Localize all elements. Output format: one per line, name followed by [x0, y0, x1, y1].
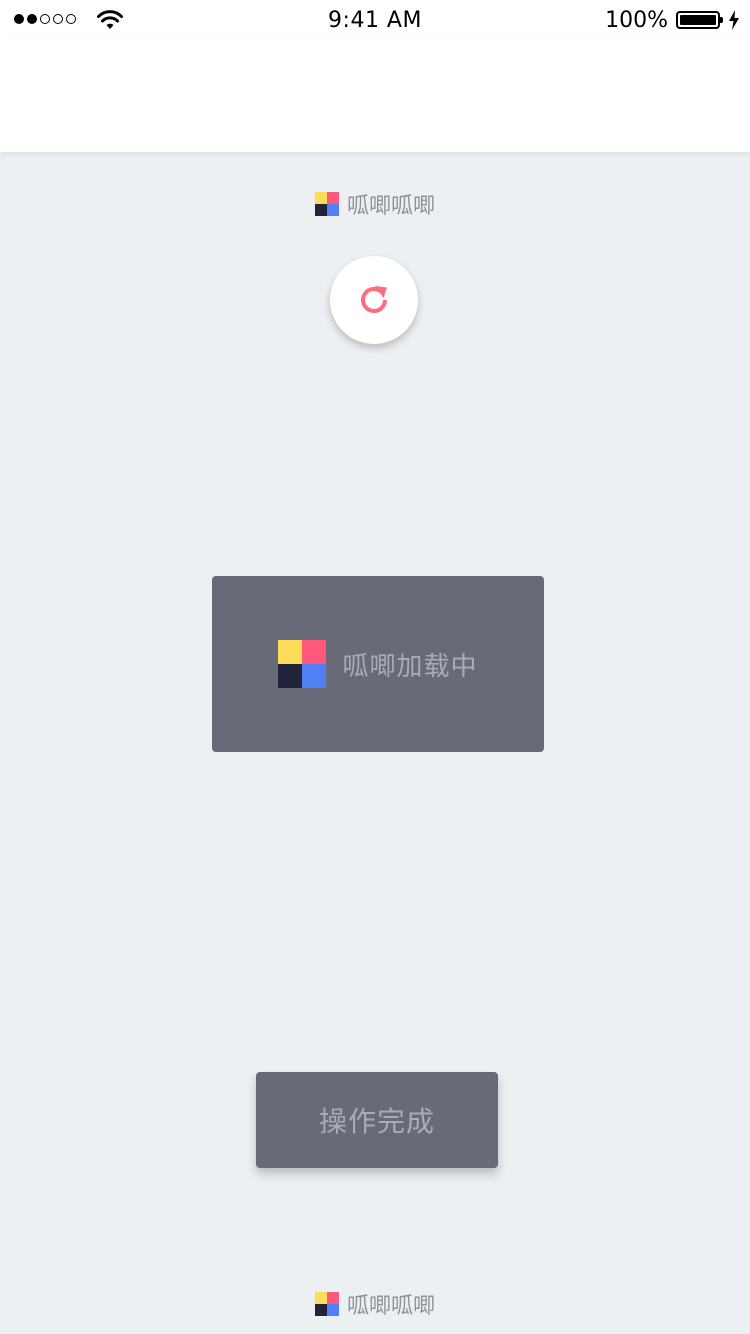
- brand-logo-icon: [278, 640, 327, 688]
- battery-icon: [676, 11, 723, 29]
- brand-name: 呱唧呱唧: [346, 194, 435, 219]
- done-button[interactable]: 操作完成: [256, 1072, 498, 1168]
- status-bar: 9:41 AM 100%: [0, 0, 750, 40]
- loading-text: 呱唧加载中: [342, 651, 478, 682]
- charging-bolt-icon: [729, 10, 739, 30]
- nav-header: [0, 40, 750, 152]
- done-button-label: 操作完成: [318, 1105, 435, 1138]
- loading-toast: 呱唧加载中: [212, 576, 544, 752]
- footer-brand-name: 呱唧呱唧: [346, 1294, 435, 1319]
- refresh-icon: [361, 286, 387, 313]
- brand-logo-icon: [314, 192, 339, 216]
- battery-percent: 100%: [605, 8, 668, 33]
- brand-footer: 呱唧呱唧: [0, 1288, 750, 1320]
- brand-logo-icon: [314, 1292, 339, 1316]
- refresh-button[interactable]: [330, 256, 418, 344]
- brand-header: 呱唧呱唧: [0, 188, 750, 220]
